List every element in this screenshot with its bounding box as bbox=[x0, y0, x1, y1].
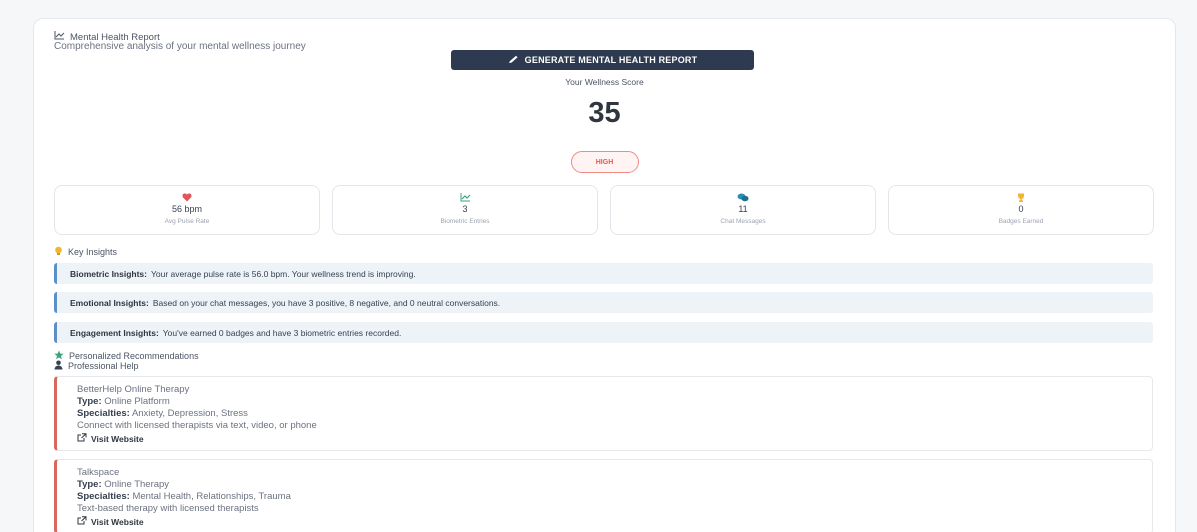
wellness-score-label: Your Wellness Score bbox=[565, 77, 644, 87]
external-link-icon bbox=[77, 516, 87, 528]
specialties-label: Specialties: bbox=[77, 491, 130, 502]
resource-name: Talkspace bbox=[77, 467, 120, 478]
stat-label: Badges Earned bbox=[998, 218, 1044, 225]
visit-website-label: Visit Website bbox=[91, 517, 144, 527]
stat-value: 3 bbox=[462, 204, 468, 214]
mental-health-report-card: Mental Health Report Comprehensive analy… bbox=[33, 18, 1176, 532]
pencil-icon bbox=[508, 55, 519, 66]
stat-value: 11 bbox=[738, 204, 748, 214]
heart-icon bbox=[182, 193, 192, 202]
visit-website-link[interactable]: Visit Website bbox=[77, 516, 1152, 528]
specialties-label: Specialties: bbox=[77, 408, 130, 419]
stat-value: 56 bpm bbox=[171, 204, 203, 214]
stat-card-biometric: 3 Biometric Entries bbox=[332, 185, 598, 235]
insight-emotional: Emotional Insights: Based on your chat m… bbox=[54, 292, 1153, 313]
resource-description: Text-based therapy with licensed therapi… bbox=[77, 503, 259, 514]
wellness-score-value: 35 bbox=[588, 97, 621, 129]
stat-card-chat: 11 Chat Messages bbox=[610, 185, 876, 235]
professional-help-heading: Professional Help bbox=[54, 360, 139, 372]
insight-text: Based on your chat messages, you have 3 … bbox=[152, 297, 501, 308]
resource-card-betterhelp: BetterHelp Online Therapy Type: Online P… bbox=[54, 376, 1153, 451]
stat-card-pulse: 56 bpm Avg Pulse Rate bbox=[54, 185, 320, 235]
key-insights-title: Key Insights bbox=[68, 247, 118, 257]
resource-description: Connect with licensed therapists via tex… bbox=[77, 420, 317, 431]
person-icon bbox=[54, 360, 63, 372]
professional-help-title: Professional Help bbox=[68, 361, 139, 371]
chart-icon bbox=[460, 193, 471, 202]
stat-label: Biometric Entries bbox=[440, 218, 490, 225]
type-label: Type: bbox=[77, 479, 102, 490]
generate-report-button[interactable]: GENERATE MENTAL HEALTH REPORT bbox=[451, 50, 754, 70]
resource-type: Online Therapy bbox=[104, 479, 170, 490]
risk-level-badge: HIGH bbox=[570, 151, 639, 173]
type-label: Type: bbox=[77, 396, 102, 407]
key-insights-heading: Key Insights bbox=[54, 246, 117, 258]
resource-card-talkspace: Talkspace Type: Online Therapy Specialti… bbox=[54, 459, 1153, 532]
report-subtitle: Comprehensive analysis of your mental we… bbox=[54, 41, 306, 52]
insight-biometric: Biometric Insights: Your average pulse r… bbox=[54, 263, 1153, 284]
insight-text: You've earned 0 badges and have 3 biomet… bbox=[162, 327, 402, 338]
chat-icon bbox=[737, 193, 749, 202]
stat-label: Avg Pulse Rate bbox=[164, 218, 210, 225]
visit-website-link[interactable]: Visit Website bbox=[77, 433, 1152, 445]
resource-name: BetterHelp Online Therapy bbox=[77, 384, 190, 395]
insight-title: Emotional Insights: bbox=[70, 297, 149, 308]
external-link-icon bbox=[77, 433, 87, 445]
resource-specialties: Mental Health, Relationships, Trauma bbox=[132, 491, 291, 502]
visit-website-label: Visit Website bbox=[91, 434, 144, 444]
stat-card-badges: 0 Badges Earned bbox=[888, 185, 1154, 235]
insight-title: Biometric Insights: bbox=[70, 268, 147, 279]
generate-report-label: GENERATE MENTAL HEALTH REPORT bbox=[524, 55, 698, 65]
stat-label: Chat Messages bbox=[720, 218, 766, 225]
trophy-icon bbox=[1016, 193, 1026, 202]
insight-text: Your average pulse rate is 56.0 bpm. You… bbox=[150, 268, 416, 279]
stat-value: 0 bbox=[1018, 204, 1024, 214]
lightbulb-icon bbox=[54, 246, 63, 258]
insight-title: Engagement Insights: bbox=[70, 327, 159, 338]
resource-specialties: Anxiety, Depression, Stress bbox=[131, 408, 248, 419]
insight-engagement: Engagement Insights: You've earned 0 bad… bbox=[54, 322, 1153, 343]
resource-type: Online Platform bbox=[104, 396, 170, 407]
